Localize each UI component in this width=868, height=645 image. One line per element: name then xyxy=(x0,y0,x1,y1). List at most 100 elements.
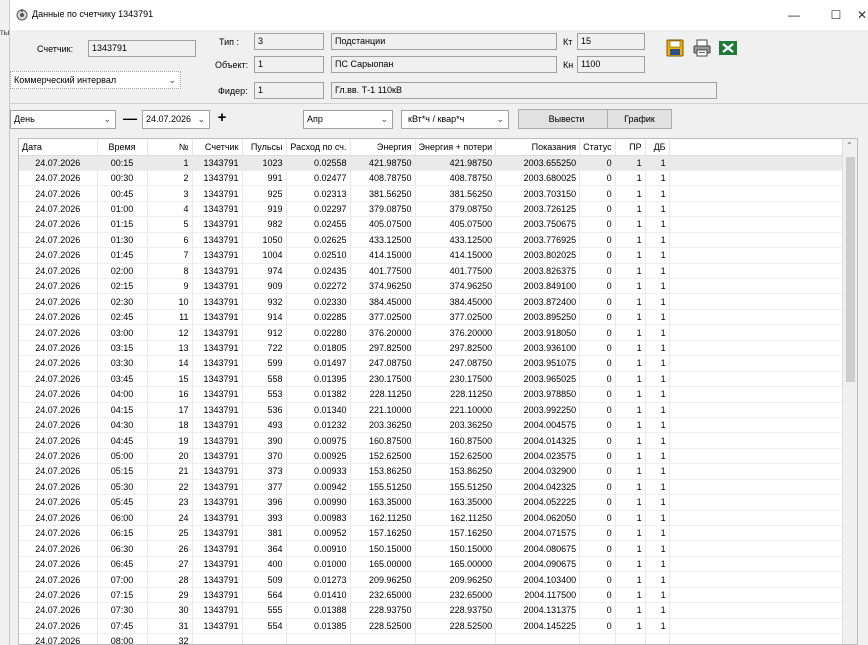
kt-field[interactable]: 15 xyxy=(577,33,645,50)
table-cell[interactable]: 0.02297 xyxy=(286,201,351,218)
table-cell[interactable]: 18 xyxy=(147,417,193,434)
table-cell[interactable]: 0 xyxy=(579,371,616,388)
table-cell[interactable]: 01:45 xyxy=(97,247,148,264)
table-cell[interactable]: 370 xyxy=(242,448,287,465)
scrollbar-thumb[interactable] xyxy=(846,157,855,382)
table-cell[interactable]: 1 xyxy=(615,463,646,480)
excel-icon[interactable] xyxy=(718,38,738,58)
table-row[interactable]: 24.07.2026 03:30 14 1343791 599 0.01497 247.08… xyxy=(19,355,850,372)
table-cell[interactable]: 0.01232 xyxy=(286,417,351,434)
table-cell[interactable]: 0.01273 xyxy=(286,571,351,588)
table-cell[interactable]: 0.00952 xyxy=(286,525,351,542)
table-cell[interactable]: 396 xyxy=(242,494,287,511)
table-cell[interactable]: 04:15 xyxy=(97,402,148,418)
table-cell[interactable]: 377.02500 xyxy=(415,309,497,326)
table-cell[interactable]: 0 xyxy=(579,201,616,218)
column-header[interactable]: Статус xyxy=(579,139,616,156)
table-cell[interactable]: 1 xyxy=(645,402,670,418)
table-cell[interactable]: 1 xyxy=(615,371,646,388)
table-cell[interactable]: 6 xyxy=(147,232,193,249)
table-cell[interactable]: 414.15000 xyxy=(350,247,416,264)
table-cell[interactable]: 160.87500 xyxy=(415,432,497,449)
table-cell[interactable] xyxy=(350,633,416,644)
table-cell[interactable]: 10 xyxy=(147,293,193,310)
table-cell[interactable]: 1004 xyxy=(242,247,287,264)
table-row[interactable]: 24.07.2026 04:45 19 1343791 390 0.00975 160.87… xyxy=(19,432,850,449)
table-cell[interactable]: 0.02330 xyxy=(286,293,351,310)
table-cell[interactable]: 0.01385 xyxy=(286,618,351,635)
table-cell[interactable]: 03:30 xyxy=(97,355,148,372)
table-cell[interactable]: 1 xyxy=(615,602,646,619)
table-cell[interactable]: 24.07.2026 xyxy=(19,525,98,542)
table-cell[interactable]: 554 xyxy=(242,618,287,635)
table-cell[interactable]: 0.00990 xyxy=(286,494,351,511)
table-cell[interactable]: 0.02272 xyxy=(286,278,351,295)
table-cell[interactable] xyxy=(615,633,646,644)
table-cell[interactable]: 232.65000 xyxy=(350,587,416,604)
table-cell[interactable]: 228.93750 xyxy=(415,602,497,619)
table-cell[interactable]: 0.00975 xyxy=(286,432,351,449)
table-cell[interactable]: 1343791 xyxy=(192,340,243,357)
table-cell[interactable]: 03:45 xyxy=(97,371,148,388)
table-cell[interactable]: 1 xyxy=(645,371,670,388)
table-cell[interactable]: 1 xyxy=(645,602,670,619)
table-cell[interactable]: 11 xyxy=(147,309,193,326)
type-name-field[interactable]: Подстанции xyxy=(331,33,557,50)
table-cell[interactable]: 1343791 xyxy=(192,463,243,480)
table-cell[interactable]: 1 xyxy=(645,479,670,496)
table-cell[interactable]: 0 xyxy=(579,587,616,604)
table-cell[interactable]: 1 xyxy=(645,355,670,372)
table-cell[interactable]: 4 xyxy=(147,201,193,218)
table-cell[interactable]: 28 xyxy=(147,571,193,588)
table-cell[interactable]: 24.07.2026 xyxy=(19,602,98,619)
table-cell[interactable]: 2003.872400 xyxy=(495,293,581,310)
table-cell[interactable]: 7 xyxy=(147,247,193,264)
table-cell[interactable]: 232.65000 xyxy=(415,587,497,604)
table-cell[interactable]: 0.01340 xyxy=(286,402,351,418)
table-cell[interactable]: 401.77500 xyxy=(350,263,416,280)
table-cell[interactable]: 24.07.2026 xyxy=(19,494,98,511)
table-cell[interactable]: 379.08750 xyxy=(350,201,416,218)
table-cell[interactable]: 1 xyxy=(615,479,646,496)
table-cell[interactable]: 2004.080675 xyxy=(495,540,581,557)
column-header[interactable]: Энергия xyxy=(350,139,416,156)
table-cell[interactable]: 1 xyxy=(645,324,670,341)
table-cell[interactable]: 2003.918050 xyxy=(495,324,581,341)
table-cell[interactable]: 2003.726125 xyxy=(495,201,581,218)
table-cell[interactable]: 1343791 xyxy=(192,432,243,449)
table-cell[interactable]: 157.16250 xyxy=(350,525,416,542)
table-cell[interactable]: 2003.936100 xyxy=(495,340,581,357)
table-cell[interactable]: 1 xyxy=(615,556,646,573)
table-cell[interactable]: 24.07.2026 xyxy=(19,170,98,187)
table-row[interactable]: 24.07.2026 00:45 3 1343791 925 0.02313 381.562… xyxy=(19,185,850,202)
table-cell[interactable]: 925 xyxy=(242,185,287,202)
table-cell[interactable]: 0 xyxy=(579,618,616,635)
table-cell[interactable]: 06:00 xyxy=(97,510,148,527)
column-header[interactable]: Счетчик xyxy=(192,139,243,156)
table-row[interactable]: 24.07.2026 02:45 11 1343791 914 0.02285 377.02… xyxy=(19,309,850,326)
column-header[interactable]: ПР xyxy=(615,139,646,156)
meter-number-field[interactable]: 1343791 xyxy=(88,40,196,57)
table-cell[interactable]: 408.78750 xyxy=(350,170,416,187)
table-cell[interactable]: 2003.802025 xyxy=(495,247,581,264)
interval-select[interactable]: Коммерческий интервал ⌄ xyxy=(10,71,181,89)
table-cell[interactable] xyxy=(579,633,616,644)
table-cell[interactable]: 24.07.2026 xyxy=(19,432,98,449)
table-cell[interactable]: 2003.895250 xyxy=(495,309,581,326)
table-cell[interactable]: 1 xyxy=(645,510,670,527)
table-cell[interactable]: 1343791 xyxy=(192,324,243,341)
table-cell[interactable]: 24.07.2026 xyxy=(19,463,98,480)
table-row[interactable]: 24.07.2026 06:45 27 1343791 400 0.01000 165.00… xyxy=(19,556,850,573)
table-cell[interactable]: 1 xyxy=(645,432,670,449)
table-cell[interactable]: 3 xyxy=(147,185,193,202)
table-cell[interactable]: 230.17500 xyxy=(350,371,416,388)
table-cell[interactable]: 1 xyxy=(645,571,670,588)
table-cell[interactable]: 24.07.2026 xyxy=(19,185,98,202)
minimize-button[interactable]: — xyxy=(780,6,808,24)
table-cell[interactable]: 0 xyxy=(579,232,616,249)
table-cell[interactable]: 1343791 xyxy=(192,201,243,218)
table-row[interactable]: 24.07.2026 02:30 10 1343791 932 0.02330 384.45… xyxy=(19,293,850,310)
table-cell[interactable]: 05:15 xyxy=(97,463,148,480)
table-row[interactable]: 24.07.2026 05:30 22 1343791 377 0.00942 155.51… xyxy=(19,479,850,496)
table-cell[interactable]: 31 xyxy=(147,618,193,635)
